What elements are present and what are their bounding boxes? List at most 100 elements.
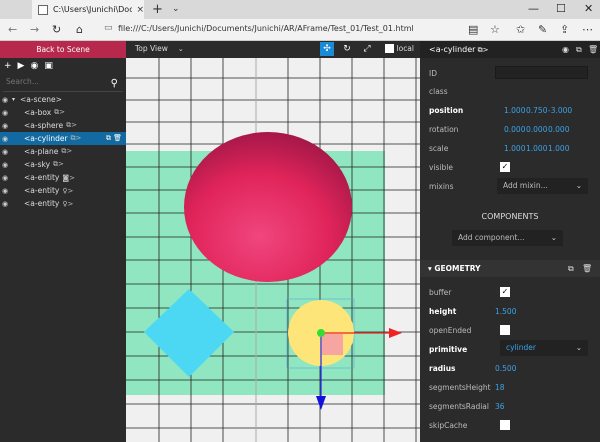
- position-y[interactable]: 0.750: [526, 106, 547, 115]
- scene-toolbar: + ▶ ◉ ▣: [4, 61, 53, 71]
- tree-node-label: <a-box: [24, 108, 52, 117]
- eye-icon[interactable]: ◉: [2, 161, 12, 169]
- rotation-z[interactable]: 0.000: [548, 125, 569, 134]
- search-box: ⚲: [3, 77, 123, 92]
- back-arrow-icon[interactable]: ←: [8, 23, 17, 36]
- add-entity-icon[interactable]: +: [4, 61, 12, 71]
- search-icon[interactable]: ⚲: [111, 78, 118, 89]
- trash-icon[interactable]: 🗑: [582, 260, 592, 277]
- eye-icon[interactable]: ◉: [2, 200, 12, 208]
- copy-icon[interactable]: ⧉: [576, 41, 582, 58]
- radius-value[interactable]: 0.500: [495, 364, 516, 373]
- scale-y[interactable]: 1.000: [526, 144, 547, 153]
- save-icon[interactable]: ▣: [44, 61, 53, 71]
- local-toggle[interactable]: local: [384, 44, 414, 53]
- trash-icon[interactable]: 🗑: [113, 134, 122, 142]
- maximize-button[interactable]: ☐: [556, 2, 566, 15]
- rotation-label: rotation: [429, 125, 459, 134]
- favorite-star-icon[interactable]: ☆: [490, 23, 500, 36]
- viewport-canvas[interactable]: [126, 41, 420, 442]
- primitive-select[interactable]: cylinder ⌄: [500, 340, 588, 356]
- rotate-gizmo-icon[interactable]: ↻: [340, 42, 354, 56]
- tree-node[interactable]: ◉ <a-entity ♀>: [0, 197, 126, 210]
- tree-node[interactable]: ◉ <a-plane ⧉>: [0, 145, 126, 158]
- chevron-down-icon: ⌄: [177, 45, 184, 53]
- mixins-placeholder: Add mixin...: [503, 181, 548, 190]
- tree-node[interactable]: ◉ <a-sky ⧉>: [0, 158, 126, 171]
- gizmo-x-arrow[interactable]: [389, 328, 402, 338]
- local-checkbox[interactable]: [384, 44, 394, 53]
- eye-icon[interactable]: ◉: [2, 148, 12, 156]
- skipcache-label: skipCache: [429, 421, 468, 430]
- eye-icon[interactable]: ◉: [30, 61, 38, 71]
- segmentsheight-value[interactable]: 18: [495, 383, 505, 392]
- rotation-x[interactable]: 0.000: [504, 125, 525, 134]
- scale-label: scale: [429, 144, 449, 153]
- copy-icon[interactable]: ⧉: [568, 260, 574, 277]
- buffer-checkbox[interactable]: ✓: [500, 287, 510, 297]
- local-label: local: [396, 44, 414, 53]
- tree-node[interactable]: ◉ <a-entity ♀>: [0, 184, 126, 197]
- sphere-mesh[interactable]: [184, 132, 352, 282]
- eye-icon[interactable]: ◉: [2, 174, 12, 182]
- trash-icon[interactable]: 🗑: [588, 41, 598, 58]
- segmentsradial-value[interactable]: 36: [495, 402, 505, 411]
- entity-title: <a-cylinder: [429, 45, 476, 54]
- more-icon[interactable]: ⋯: [582, 23, 593, 36]
- components-title: COMPONENTS: [481, 212, 539, 221]
- search-input[interactable]: [3, 77, 98, 86]
- gizmo-z-arrow[interactable]: [316, 396, 326, 410]
- rotation-y[interactable]: 0.000: [526, 125, 547, 134]
- eye-icon[interactable]: ◉: [2, 122, 12, 130]
- tree-node[interactable]: ◉ <a-cylinder ⧉> ⧉ 🗑: [0, 132, 126, 145]
- visible-checkbox[interactable]: ✓: [500, 162, 510, 172]
- eye-icon[interactable]: ◉: [2, 187, 12, 195]
- id-label: ID: [429, 69, 437, 78]
- file-icon: ▭: [104, 23, 113, 33]
- position-x[interactable]: 1.000: [504, 106, 525, 115]
- home-icon[interactable]: ⌂: [76, 23, 83, 36]
- refresh-icon[interactable]: ↻: [52, 23, 61, 36]
- eye-icon[interactable]: ◉: [2, 109, 12, 117]
- bulb-icon: ♀>: [62, 199, 74, 208]
- new-tab-button[interactable]: +: [152, 2, 163, 17]
- skipcache-checkbox[interactable]: [500, 420, 510, 430]
- close-window-button[interactable]: ✕: [584, 2, 593, 15]
- tree-node[interactable]: ◉ ▾ <a-scene>: [0, 93, 126, 106]
- viewport[interactable]: [126, 41, 420, 442]
- pen-icon[interactable]: ✎: [538, 23, 547, 36]
- address-bar[interactable]: file:///C:/Users/Junichi/Documents/Junic…: [118, 24, 414, 33]
- gizmo-y-handle[interactable]: [317, 329, 325, 337]
- geometry-section-header[interactable]: ▾ GEOMETRY ⧉ 🗑: [420, 260, 600, 277]
- scale-z[interactable]: 1.000: [548, 144, 569, 153]
- id-input[interactable]: [495, 66, 588, 79]
- eye-icon[interactable]: ◉: [2, 135, 12, 143]
- favorites-bar-icon[interactable]: ✩: [516, 23, 525, 36]
- reading-view-icon[interactable]: ▤: [468, 23, 478, 36]
- tab-close-button[interactable]: ×: [136, 5, 144, 15]
- indent: ▾: [12, 96, 16, 103]
- height-value[interactable]: 1.500: [495, 307, 516, 316]
- scale-gizmo-icon[interactable]: ⤢: [360, 42, 374, 56]
- tree-node[interactable]: ◉ <a-sphere ⧉>: [0, 119, 126, 132]
- tab-title: C:\Users\Junichi\Docum: [52, 5, 133, 14]
- position-z[interactable]: -3.000: [548, 106, 572, 115]
- tab-list-dropdown[interactable]: ⌄: [172, 4, 180, 14]
- openended-checkbox[interactable]: [500, 325, 510, 335]
- inspector-header: <a-cylinder ⧉> ◉ ⧉ 🗑: [420, 41, 600, 58]
- translate-gizmo-icon[interactable]: ✣: [320, 42, 334, 56]
- scale-x[interactable]: 1.000: [504, 144, 525, 153]
- eye-icon[interactable]: ◉: [562, 41, 569, 58]
- back-to-scene-button[interactable]: Back to Scene: [0, 41, 126, 58]
- tree-node[interactable]: ◉ <a-entity ◙>: [0, 171, 126, 184]
- add-component-select[interactable]: Add component... ⌄: [452, 230, 563, 246]
- tree-node[interactable]: ◉ <a-box ⧉>: [0, 106, 126, 119]
- mixins-select[interactable]: Add mixin... ⌄: [497, 178, 588, 194]
- eye-icon[interactable]: ◉: [2, 96, 12, 104]
- minimize-button[interactable]: —: [528, 2, 539, 15]
- forward-arrow-icon[interactable]: →: [30, 23, 39, 36]
- play-icon[interactable]: ▶: [18, 61, 25, 71]
- share-icon[interactable]: ⇪: [560, 23, 569, 36]
- browser-tab[interactable]: C:\Users\Junichi\Docum ×: [32, 0, 144, 19]
- camera-view-select[interactable]: Top View ⌄: [135, 44, 184, 53]
